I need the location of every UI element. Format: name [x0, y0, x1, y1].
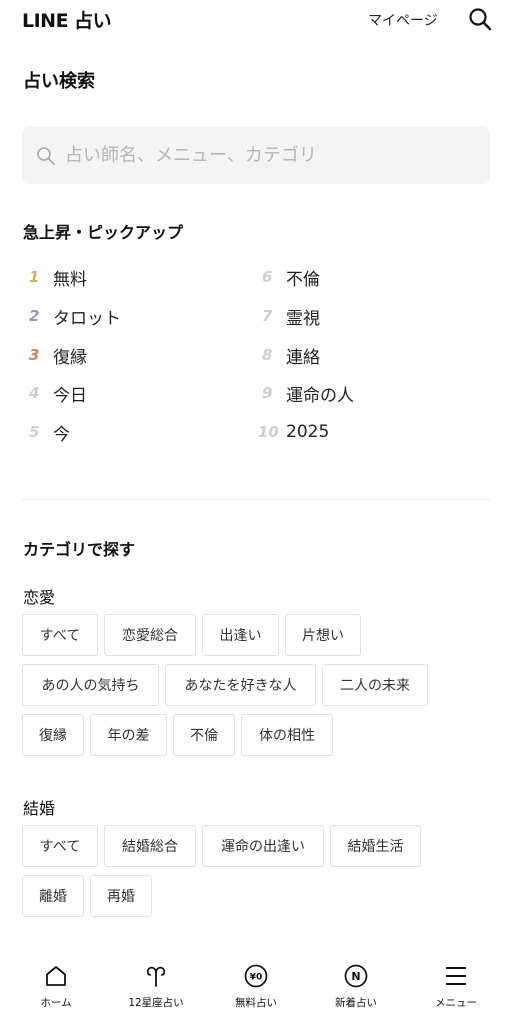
svg-text:¥0: ¥0 [250, 973, 263, 983]
marriage-chip-married-life[interactable]: 結婚生活 [330, 825, 421, 867]
trending-label: 復縁 [53, 347, 87, 368]
trending-item[interactable]: 5 今 [23, 417, 70, 447]
love-chip-their-feelings[interactable]: あの人の気持ち [22, 664, 159, 706]
love-chip-who-likes-you[interactable]: あなたを好きな人 [165, 664, 316, 706]
free-yen-icon: ¥0 [242, 962, 270, 990]
trending-title: 急上昇・ピックアップ [23, 223, 184, 242]
rank-number: 2 [29, 307, 40, 325]
marriage-chip-divorce[interactable]: 離婚 [22, 875, 84, 917]
love-chip-future[interactable]: 二人の未来 [322, 664, 428, 706]
trending-item[interactable]: 10 2025 [256, 417, 329, 447]
rank-number: 7 [262, 307, 273, 325]
trending-item[interactable]: 7 霊視 [256, 301, 320, 331]
trending-label: 運命の人 [286, 385, 354, 406]
category-title: カテゴリで探す [23, 540, 136, 559]
svg-text:N: N [351, 970, 360, 983]
trending-label: 無料 [53, 269, 87, 290]
love-chip-crush[interactable]: 片想い [285, 614, 361, 656]
love-chip-affair[interactable]: 不倫 [173, 714, 235, 756]
trending-label: 2025 [286, 422, 330, 442]
rank-number: 1 [29, 268, 40, 286]
trending-item[interactable]: 9 運命の人 [256, 378, 354, 408]
page-title: 占い検索 [23, 71, 95, 92]
rank-number: 5 [29, 423, 40, 441]
trending-label: 連絡 [286, 347, 320, 368]
trending-label: タロット [53, 308, 121, 329]
trending-item[interactable]: 1 無料 [23, 262, 87, 292]
love-chip-compatibility[interactable]: 体の相性 [241, 714, 333, 756]
nav-label: 新着占い [335, 997, 377, 1009]
love-chip-age-gap[interactable]: 年の差 [90, 714, 167, 756]
nav-menu[interactable]: メニュー [406, 962, 506, 1018]
trending-label: 今日 [53, 385, 87, 406]
nav-zodiac[interactable]: 12星座占い [106, 962, 206, 1018]
bottom-navigation: ホーム 12星座占い ¥0 無料占い N 新着占い メニュー [0, 952, 512, 1024]
marriage-chip-all[interactable]: すべて [22, 825, 98, 867]
rank-number: 8 [262, 346, 273, 364]
trending-item[interactable]: 3 復縁 [23, 340, 87, 370]
marriage-chip-remarriage[interactable]: 再婚 [90, 875, 152, 917]
nav-label: 無料占い [235, 997, 277, 1009]
love-chip-encounter[interactable]: 出逢い [202, 614, 279, 656]
nav-home[interactable]: ホーム [6, 962, 106, 1018]
marriage-section-title: 結婚 [23, 799, 56, 818]
love-chip-general[interactable]: 恋愛総合 [104, 614, 196, 656]
rank-number: 10 [258, 423, 279, 441]
trending-label: 霊視 [286, 308, 320, 329]
search-input[interactable] [65, 137, 475, 174]
love-section-title: 恋愛 [23, 588, 56, 607]
section-divider [22, 499, 490, 500]
trending-item[interactable]: 2 タロット [23, 301, 121, 331]
love-chip-all[interactable]: すべて [22, 614, 98, 656]
search-field-icon [36, 146, 56, 166]
rank-number: 4 [29, 384, 40, 402]
trending-item[interactable]: 4 今日 [23, 378, 87, 408]
love-chip-reunion[interactable]: 復縁 [22, 714, 84, 756]
mypage-link[interactable]: マイページ [368, 10, 438, 30]
line-fortune-logo[interactable]: LINE 占い [22, 6, 112, 33]
search-icon[interactable] [468, 7, 492, 31]
aries-icon [142, 962, 170, 990]
trending-item[interactable]: 6 不倫 [256, 262, 320, 292]
rank-number: 6 [262, 268, 273, 286]
trending-label: 今 [53, 424, 70, 445]
search-bar[interactable] [22, 127, 490, 184]
new-icon: N [342, 962, 370, 990]
nav-label: ホーム [40, 997, 72, 1009]
home-icon [42, 962, 70, 990]
nav-new[interactable]: N 新着占い [306, 962, 406, 1018]
nav-label: 12星座占い [128, 997, 184, 1009]
nav-free[interactable]: ¥0 無料占い [206, 962, 306, 1018]
header: LINE 占い マイページ [0, 0, 512, 44]
marriage-chip-destined-encounter[interactable]: 運命の出逢い [202, 825, 324, 867]
rank-number: 9 [262, 384, 273, 402]
nav-label: メニュー [435, 997, 477, 1009]
marriage-chip-general[interactable]: 結婚総合 [104, 825, 196, 867]
rank-number: 3 [29, 346, 40, 364]
trending-label: 不倫 [286, 269, 320, 290]
trending-item[interactable]: 8 連絡 [256, 340, 320, 370]
menu-icon [442, 962, 470, 990]
